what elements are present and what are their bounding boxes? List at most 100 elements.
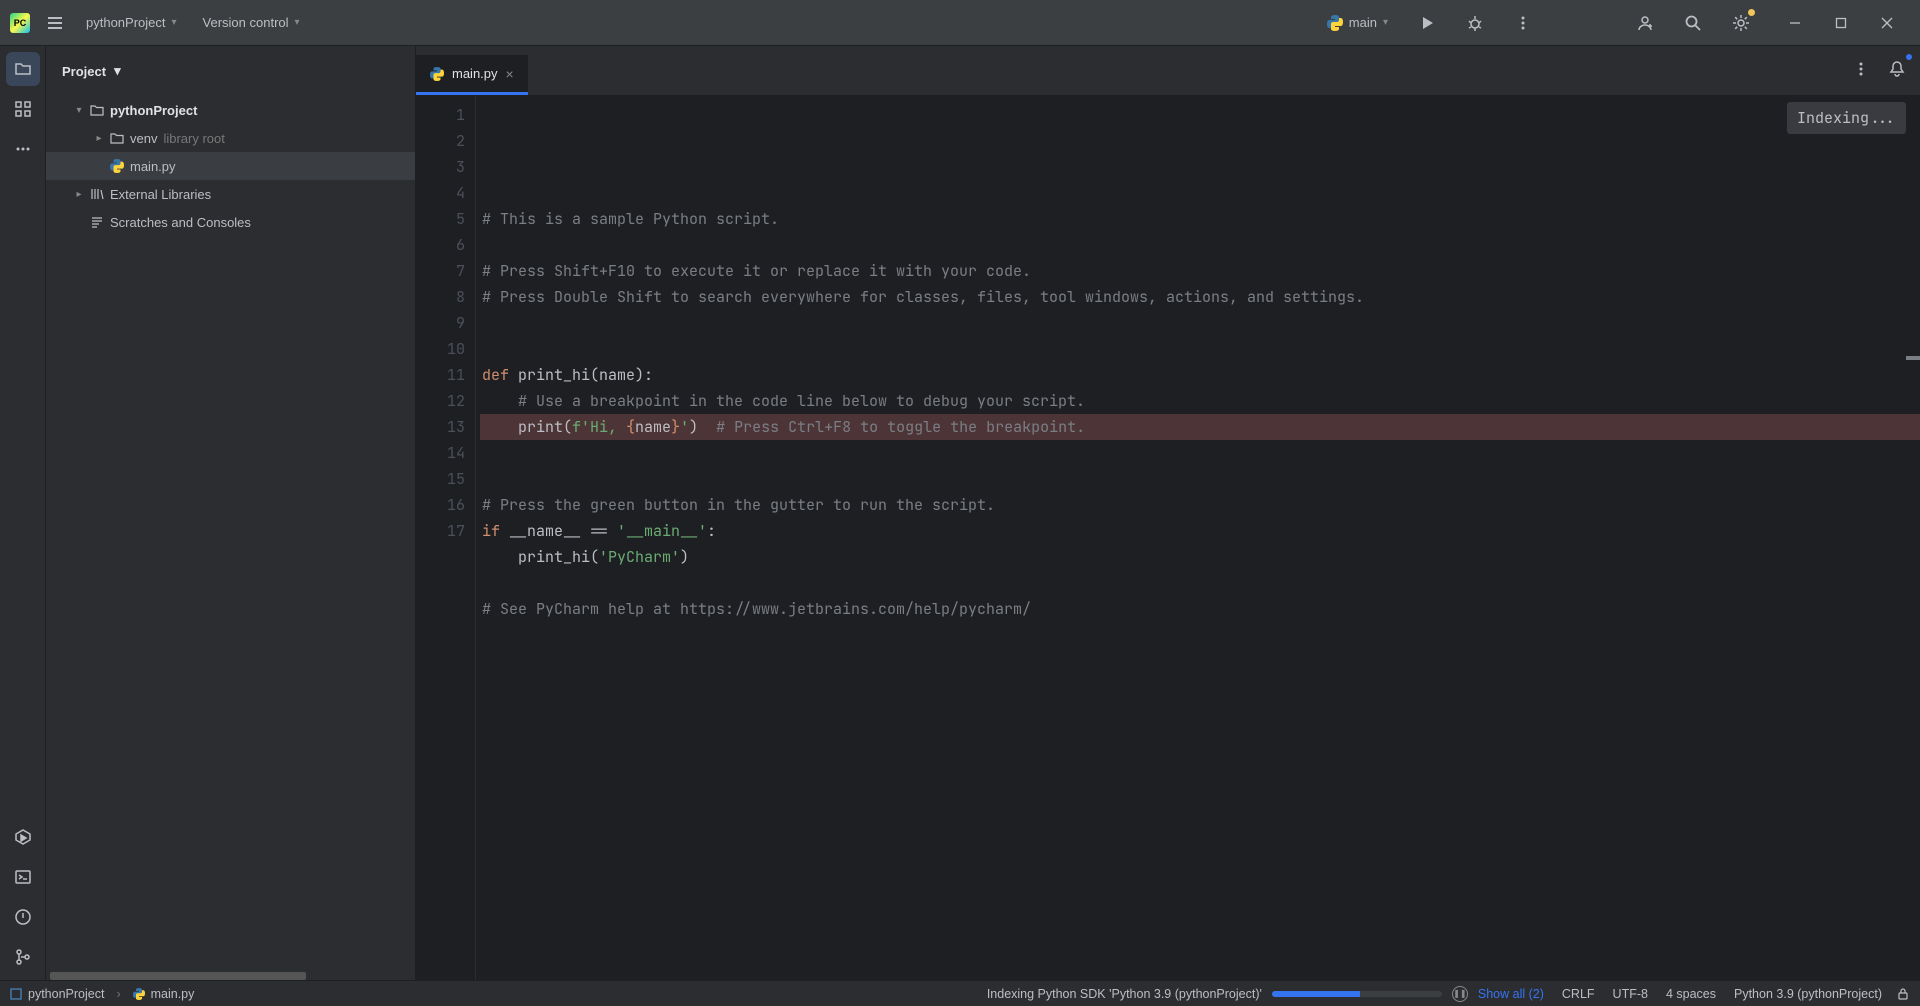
- tree-root-label: pythonProject: [110, 103, 197, 118]
- line-number[interactable]: 11: [416, 362, 465, 388]
- gutter[interactable]: 1234567891011121314151617: [416, 96, 476, 980]
- line-number[interactable]: 13: [416, 414, 465, 440]
- module-icon: [10, 988, 22, 1000]
- line-number[interactable]: 2: [416, 128, 465, 154]
- code-line[interactable]: [480, 570, 1920, 596]
- tree-main-file[interactable]: main.py: [46, 152, 415, 180]
- chevron-down-icon: ▾: [295, 17, 300, 28]
- run-button[interactable]: [1410, 6, 1444, 40]
- tree-venv[interactable]: ▸ venv library root: [46, 124, 415, 152]
- tree-scratches[interactable]: Scratches and Consoles: [46, 208, 415, 236]
- close-tab-icon[interactable]: ×: [506, 66, 514, 82]
- chevron-down-icon: ▾: [114, 63, 121, 79]
- code-line[interactable]: if __name__ == '__main__':: [480, 518, 1920, 544]
- main-menu-icon[interactable]: [44, 13, 66, 33]
- code-line[interactable]: [480, 440, 1920, 466]
- code-area[interactable]: Indexing... # This is a sample Python sc…: [476, 96, 1920, 980]
- code-line[interactable]: # Press Double Shift to search everywher…: [480, 284, 1920, 310]
- line-number[interactable]: 8: [416, 284, 465, 310]
- project-tool-button[interactable]: [6, 52, 40, 86]
- pycharm-logo-icon: PC: [10, 13, 30, 33]
- interpreter-widget[interactable]: Python 3.9 (pythonProject): [1734, 987, 1882, 1001]
- horizontal-scrollbar[interactable]: [50, 972, 306, 980]
- code-line[interactable]: [480, 466, 1920, 492]
- code-line[interactable]: # Use a breakpoint in the code line belo…: [480, 388, 1920, 414]
- show-all-tasks-link[interactable]: Show all (2): [1478, 987, 1544, 1001]
- code-line[interactable]: # This is a sample Python script.: [480, 206, 1920, 232]
- code-line[interactable]: [480, 310, 1920, 336]
- search-everywhere-button[interactable]: [1676, 6, 1710, 40]
- notifications-button[interactable]: [1882, 54, 1912, 84]
- tree-main-file-label: main.py: [130, 159, 176, 174]
- debug-button[interactable]: [1458, 6, 1492, 40]
- code-line[interactable]: # Press the green button in the gutter t…: [480, 492, 1920, 518]
- status-bar: pythonProject › main.py Indexing Python …: [0, 980, 1920, 1006]
- folder-icon: [88, 103, 106, 117]
- progress-bar: [1272, 991, 1442, 997]
- vcs-tool-button[interactable]: [6, 940, 40, 974]
- line-number[interactable]: 3: [416, 154, 465, 180]
- code-line[interactable]: # Press Shift+F10 to execute it or repla…: [480, 258, 1920, 284]
- line-number[interactable]: 7: [416, 258, 465, 284]
- indent-widget[interactable]: 4 spaces: [1666, 987, 1716, 1001]
- left-tool-strip: [0, 46, 46, 980]
- code-with-me-button[interactable]: [1628, 6, 1662, 40]
- line-ending-widget[interactable]: CRLF: [1562, 987, 1595, 1001]
- window-controls: [1772, 6, 1910, 40]
- background-task-widget[interactable]: Indexing Python SDK 'Python 3.9 (pythonP…: [987, 986, 1544, 1002]
- more-actions-button[interactable]: [1506, 6, 1540, 40]
- tab-main-py[interactable]: main.py ×: [416, 55, 528, 95]
- scratches-icon: [88, 215, 106, 229]
- code-line[interactable]: [480, 336, 1920, 362]
- line-number[interactable]: 17: [416, 518, 465, 544]
- code-line[interactable]: [480, 622, 1920, 648]
- breadcrumb-project: pythonProject: [28, 987, 104, 1001]
- chevron-right-icon: ▸: [70, 189, 88, 200]
- breadcrumb-file: main.py: [151, 987, 195, 1001]
- problems-tool-button[interactable]: [6, 900, 40, 934]
- more-tools-button[interactable]: [6, 132, 40, 166]
- error-stripe-marker[interactable]: [1906, 356, 1920, 360]
- minimize-button[interactable]: [1772, 6, 1818, 40]
- line-number[interactable]: 10: [416, 336, 465, 362]
- tab-label: main.py: [452, 66, 498, 81]
- maximize-button[interactable]: [1818, 6, 1864, 40]
- line-number[interactable]: 5: [416, 206, 465, 232]
- chevron-down-icon: ▾: [1383, 17, 1388, 28]
- chevron-down-icon: ▾: [70, 105, 88, 116]
- editor-body[interactable]: 1234567891011121314151617 Indexing... # …: [416, 96, 1920, 980]
- project-tree: ▾ pythonProject ▸ venv library root main…: [46, 96, 415, 968]
- pause-button[interactable]: ❚❚: [1452, 986, 1468, 1002]
- folder-icon: [108, 131, 126, 145]
- vcs-selector[interactable]: Version control ▾: [197, 11, 306, 34]
- readonly-toggle-icon[interactable]: [1896, 987, 1910, 1001]
- line-number[interactable]: 4: [416, 180, 465, 206]
- library-icon: [88, 187, 106, 201]
- line-number[interactable]: 6: [416, 232, 465, 258]
- line-number[interactable]: 1: [416, 102, 465, 128]
- terminal-tool-button[interactable]: [6, 860, 40, 894]
- project-selector-label: pythonProject: [86, 15, 166, 30]
- settings-button[interactable]: [1724, 6, 1758, 40]
- line-number[interactable]: 12: [416, 388, 465, 414]
- code-line[interactable]: def print_hi(name):: [480, 362, 1920, 388]
- code-line[interactable]: [480, 232, 1920, 258]
- code-line[interactable]: print(f'Hi, {name}') # Press Ctrl+F8 to …: [480, 414, 1920, 440]
- breadcrumb[interactable]: pythonProject › main.py: [10, 987, 194, 1001]
- tree-root[interactable]: ▾ pythonProject: [46, 96, 415, 124]
- line-number[interactable]: 15: [416, 466, 465, 492]
- encoding-widget[interactable]: UTF-8: [1613, 987, 1648, 1001]
- code-line[interactable]: # See PyCharm help at https://www.jetbra…: [480, 596, 1920, 622]
- services-tool-button[interactable]: [6, 820, 40, 854]
- close-button[interactable]: [1864, 6, 1910, 40]
- line-number[interactable]: 9: [416, 310, 465, 336]
- code-line[interactable]: print_hi('PyCharm'): [480, 544, 1920, 570]
- project-panel-header[interactable]: Project ▾: [46, 46, 415, 96]
- structure-tool-button[interactable]: [6, 92, 40, 126]
- tree-external-libs[interactable]: ▸ External Libraries: [46, 180, 415, 208]
- line-number[interactable]: 14: [416, 440, 465, 466]
- line-number[interactable]: 16: [416, 492, 465, 518]
- project-selector[interactable]: pythonProject ▾: [80, 11, 183, 34]
- run-config-selector[interactable]: main ▾: [1319, 11, 1396, 35]
- editor-more-button[interactable]: [1846, 54, 1876, 84]
